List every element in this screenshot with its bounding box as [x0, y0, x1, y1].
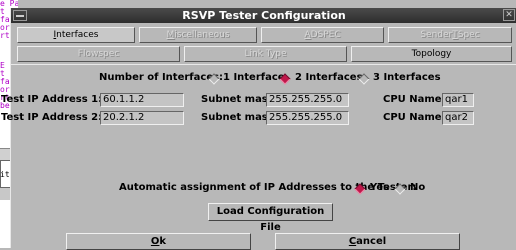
terminal-line: rt: [0, 31, 10, 40]
window-title: RSVP Tester Configuration: [182, 9, 346, 22]
tab-link-type[interactable]: Link Type: [184, 46, 347, 62]
tab-topology[interactable]: Topology: [351, 46, 512, 62]
cpu-name-1-label: CPU Name:: [383, 94, 446, 105]
cpu-name-1-field[interactable]: qar1: [442, 93, 474, 107]
ip-address-1-field[interactable]: 60.1.1.2: [100, 93, 184, 107]
cancel-button[interactable]: Cancel: [275, 233, 460, 250]
title-bar[interactable]: RSVP Tester Configuration ✕: [11, 8, 516, 23]
tab-label: Sender: [420, 30, 453, 40]
ok-label: k: [159, 236, 167, 247]
ip-address-2-field[interactable]: 20.2.1.2: [100, 111, 184, 125]
ip-address-1-label: Test IP Address 1:: [1, 94, 103, 105]
close-icon[interactable]: ✕: [503, 9, 515, 21]
tab-flowspec[interactable]: Flowspec: [17, 46, 180, 62]
radio-3-interfaces-label[interactable]: 3 Interfaces: [373, 72, 441, 83]
interfaces-count-label: Number of Interfaces:: [99, 72, 224, 83]
radio-auto-assign-no-label[interactable]: No: [410, 182, 425, 193]
tab-interfaces[interactable]: Interfaces: [17, 27, 135, 43]
subnet-mask-2-field[interactable]: 255.255.255.0: [266, 111, 349, 125]
ip-address-2-label: Test IP Address 2:: [1, 112, 103, 123]
tab-label: DSPEC: [310, 30, 341, 40]
radio-auto-assign-yes-label[interactable]: Yes: [370, 182, 389, 193]
ok-button[interactable]: Ok: [66, 233, 251, 250]
panel-divider: [11, 64, 516, 65]
tab-sender-tspec[interactable]: SenderTSpec: [388, 27, 512, 43]
tab-label: Spec: [457, 30, 480, 40]
load-configuration-button[interactable]: Load Configuration File: [208, 203, 333, 233]
tab-miscellaneous[interactable]: Miscellaneous: [139, 27, 257, 43]
tab-label: nterfaces: [56, 30, 99, 40]
cpu-name-2-field[interactable]: qar2: [442, 111, 474, 125]
rsvp-config-dialog: RSVP Tester Configuration ✕ Interfaces M…: [1, 8, 516, 250]
radio-2-interfaces-label[interactable]: 2 Interfaces: [295, 72, 363, 83]
subnet-mask-1-field[interactable]: 255.255.255.0: [266, 93, 349, 107]
radio-1-interface-label[interactable]: 1 Interface: [223, 72, 285, 83]
tab-adspec[interactable]: ADSPEC: [261, 27, 384, 43]
cancel-label: ancel: [356, 236, 387, 247]
tab-label: iscellaneous: [174, 30, 230, 40]
cpu-name-2-label: CPU Name:: [383, 112, 446, 123]
